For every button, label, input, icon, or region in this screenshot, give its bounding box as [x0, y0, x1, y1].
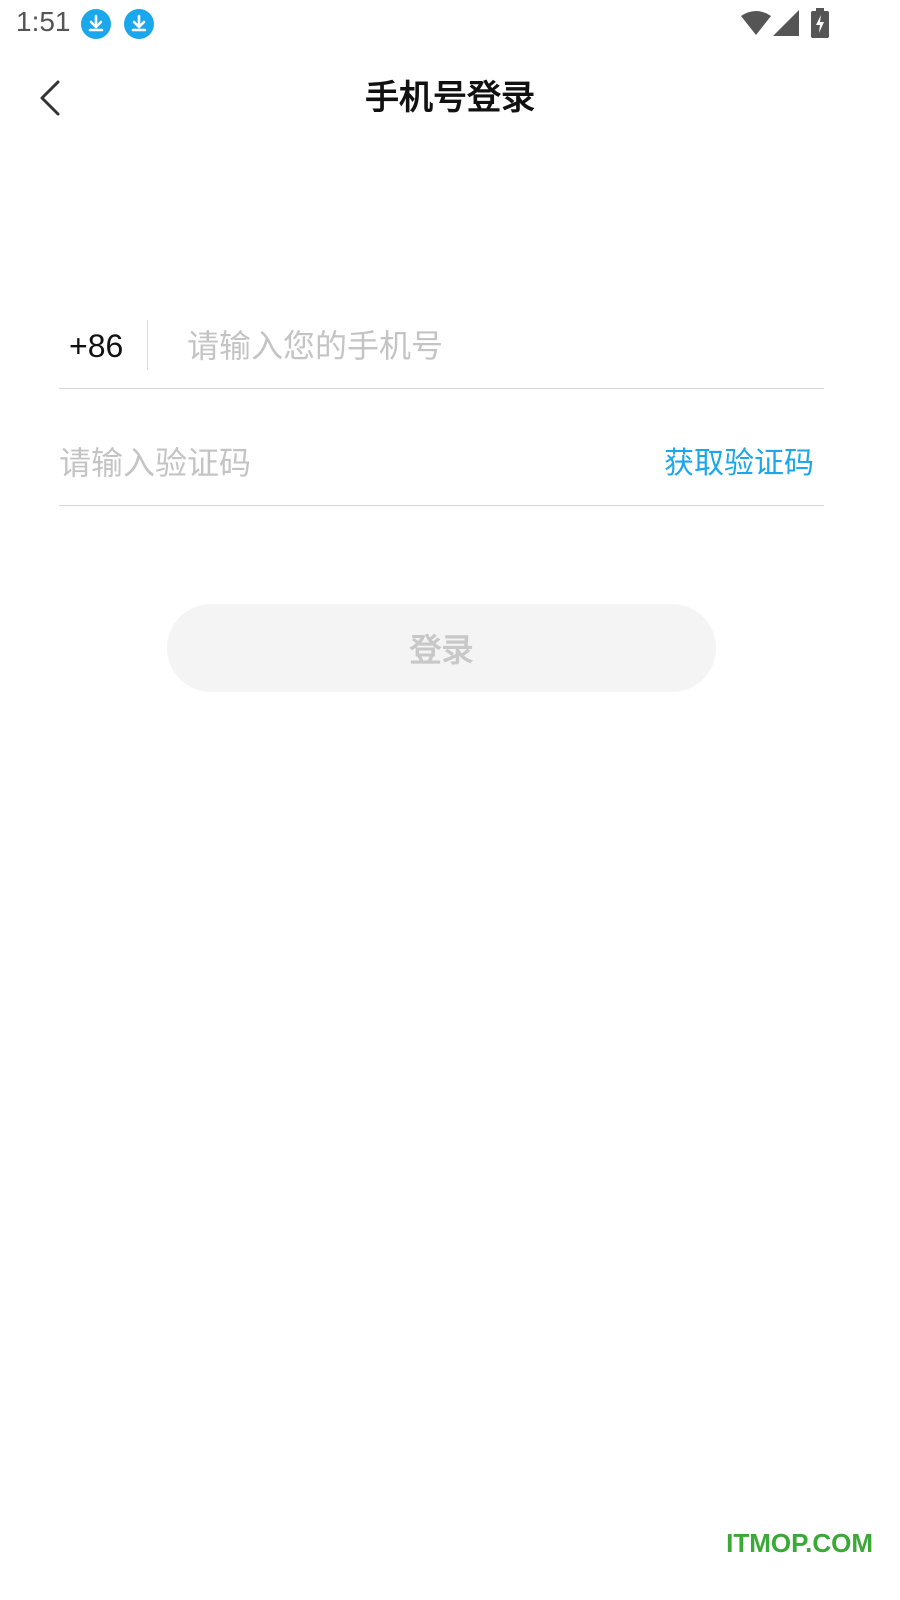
- watermark: ITMOP.COM: [726, 1528, 873, 1558]
- verification-code-input[interactable]: [59, 435, 619, 491]
- phone-input[interactable]: [187, 318, 807, 374]
- cell-signal-icon: [773, 10, 799, 40]
- phone-row: +86: [59, 308, 824, 389]
- wifi-icon: [741, 10, 771, 40]
- country-code[interactable]: +86: [69, 324, 123, 368]
- back-button[interactable]: [28, 74, 76, 122]
- get-code-button[interactable]: 获取验证码: [664, 443, 814, 485]
- battery-charging-icon: [810, 8, 830, 42]
- status-time: 1:51: [16, 6, 71, 37]
- download-icon: [81, 9, 111, 39]
- download-icon: [124, 9, 154, 39]
- status-bar: 1:51: [0, 0, 900, 48]
- page-title: 手机号登录: [365, 78, 535, 118]
- nav-bar: 手机号登录: [0, 56, 900, 140]
- login-button[interactable]: 登录: [167, 604, 716, 692]
- chevron-left-icon: [40, 80, 60, 116]
- divider: [147, 320, 148, 370]
- login-screen: 1:51 手机号登录 +86 请输入您的手机号 请输入验证码 获取验证码 登录 …: [0, 0, 900, 1600]
- code-row: 获取验证码: [59, 425, 824, 506]
